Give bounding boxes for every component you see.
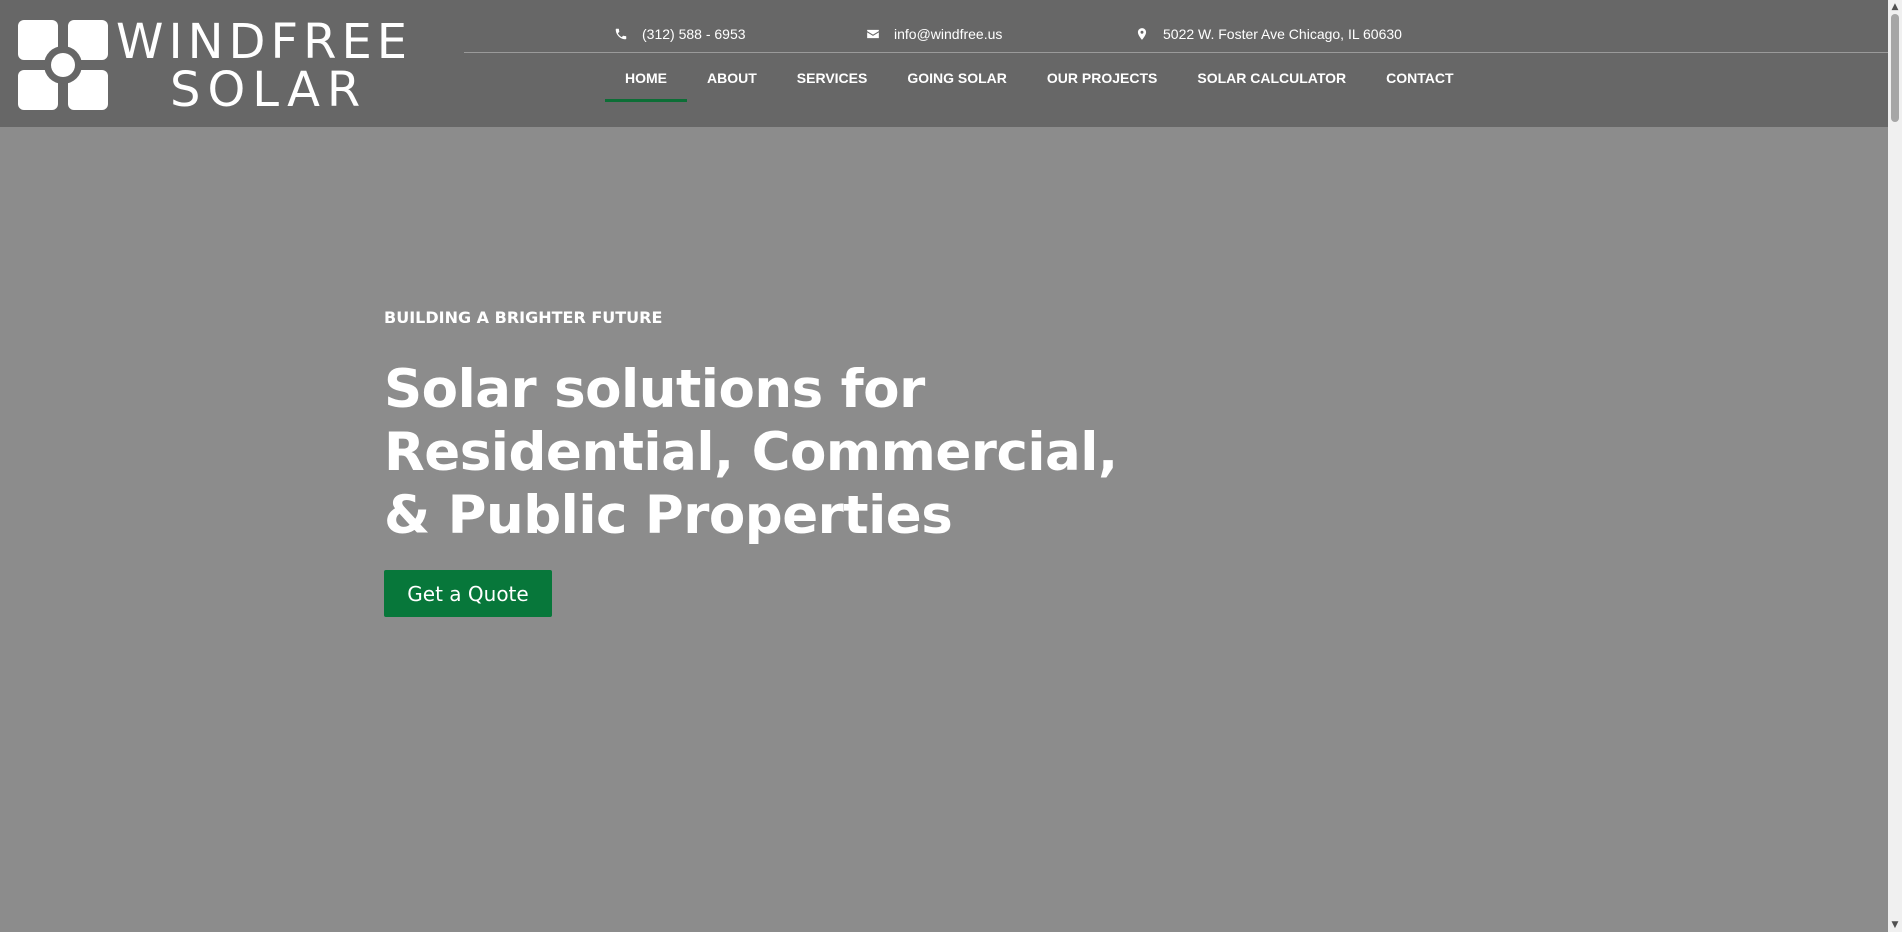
nav-item-about[interactable]: ABOUT [687, 64, 777, 104]
logo-wordmark-top: WINDFREE [116, 14, 413, 70]
email-address: info@windfree.us [894, 26, 1003, 42]
scrollbar-thumb[interactable] [1891, 14, 1899, 122]
nav-item-home[interactable]: HOME [605, 64, 687, 104]
logo-mark-icon [18, 20, 108, 110]
contact-email[interactable]: info@windfree.us [866, 24, 1002, 44]
envelope-icon [867, 29, 879, 39]
get-a-quote-button[interactable]: Get a Quote [384, 570, 552, 617]
hero-headline: Solar solutions for Residential, Commerc… [384, 359, 1118, 546]
nav-item-solar-calculator[interactable]: SOLAR CALCULATOR [1177, 64, 1366, 104]
site-header: WINDFREE SOLAR (312) 588 - 6953 info@win… [0, 0, 1888, 127]
scroll-down-arrow-icon[interactable]: ▼ [1888, 918, 1902, 932]
map-pin-icon [1137, 28, 1147, 40]
scroll-up-arrow-icon[interactable]: ▲ [1888, 0, 1902, 14]
contact-address[interactable]: 5022 W. Foster Ave Chicago, IL 60630 [1135, 24, 1402, 44]
nav-item-our-projects[interactable]: OUR PROJECTS [1027, 64, 1177, 104]
hero-eyebrow: BUILDING A BRIGHTER FUTURE [384, 308, 663, 327]
windfree-solar-logo[interactable]: WINDFREE SOLAR [18, 14, 418, 114]
contact-phone[interactable]: (312) 588 - 6953 [614, 24, 746, 44]
main-nav: HOME ABOUT SERVICES GOING SOLAR OUR PROJ… [605, 64, 1474, 104]
phone-number: (312) 588 - 6953 [642, 26, 746, 42]
nav-item-contact[interactable]: CONTACT [1366, 64, 1473, 104]
nav-item-going-solar[interactable]: GOING SOLAR [887, 64, 1027, 104]
nav-item-services[interactable]: SERVICES [777, 64, 888, 104]
phone-icon [615, 28, 627, 40]
logo-wordmark-bottom: SOLAR [170, 62, 368, 118]
header-divider [464, 52, 1888, 53]
page-scrollbar[interactable]: ▲ ▼ [1888, 0, 1902, 932]
street-address: 5022 W. Foster Ave Chicago, IL 60630 [1163, 26, 1402, 42]
